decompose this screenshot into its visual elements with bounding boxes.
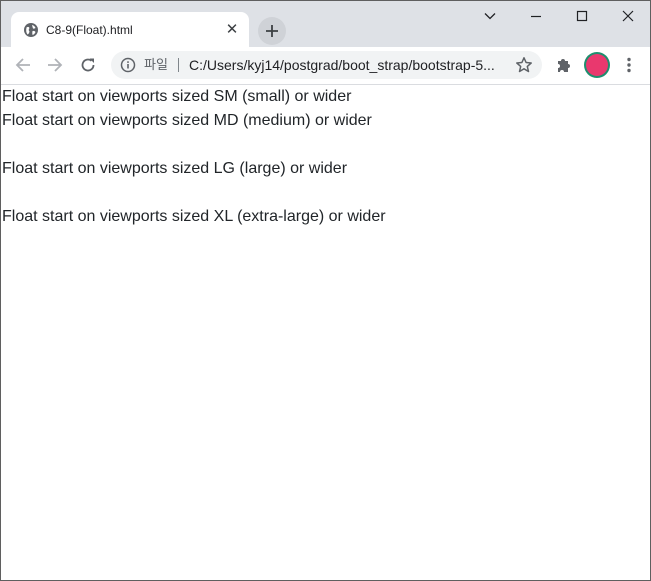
extensions-button[interactable] [551, 51, 579, 79]
address-bar[interactable]: 파일 C:/Users/kyj14/postgrad/boot_strap/bo… [111, 51, 542, 79]
arrow-right-icon [48, 58, 63, 72]
profile-avatar[interactable] [586, 54, 608, 76]
star-icon[interactable] [515, 56, 533, 74]
minimize-icon [531, 15, 541, 18]
omnibox-divider [178, 58, 179, 72]
menu-button[interactable] [615, 51, 643, 79]
float-line-sm: Float start on viewports sized SM (small… [2, 88, 352, 105]
scheme-label: 파일 [144, 57, 168, 72]
tab-search-button[interactable] [467, 1, 513, 31]
reload-icon [81, 58, 95, 72]
browser-tab[interactable]: C8-9(Float).html ✕ [11, 12, 249, 47]
browser-toolbar: 파일 C:/Users/kyj14/postgrad/boot_strap/bo… [1, 47, 650, 85]
arrow-left-icon [15, 58, 30, 72]
tab-title: C8-9(Float).html [46, 23, 133, 37]
plus-icon [266, 25, 278, 37]
minimize-button[interactable] [513, 1, 559, 31]
more-vertical-icon [627, 57, 631, 73]
tab-close-button[interactable]: ✕ [223, 21, 241, 39]
page-content: Float start on viewports sized SM (small… [1, 85, 650, 580]
new-tab-button[interactable] [258, 17, 286, 45]
maximize-icon [576, 10, 588, 22]
info-icon[interactable] [120, 57, 136, 73]
puzzle-icon [558, 59, 570, 72]
chevron-down-icon [484, 13, 496, 20]
float-line-md: Float start on viewports sized MD (mediu… [2, 112, 372, 129]
reload-button[interactable] [74, 51, 102, 79]
close-window-button[interactable] [605, 1, 651, 31]
float-line-lg: Float start on viewports sized LG (large… [2, 160, 348, 177]
back-button[interactable] [9, 51, 37, 79]
maximize-button[interactable] [559, 1, 605, 31]
tab-strip: C8-9(Float).html ✕ [1, 1, 650, 47]
url-text[interactable]: C:/Users/kyj14/postgrad/boot_strap/boots… [189, 57, 507, 73]
close-icon [622, 10, 634, 22]
float-line-xl: Float start on viewports sized XL (extra… [2, 208, 386, 225]
browser-window: C8-9(Float).html ✕ 파일 C:/Users/kyj14/pos… [0, 0, 651, 581]
globe-icon [23, 22, 39, 38]
forward-button[interactable] [41, 51, 69, 79]
